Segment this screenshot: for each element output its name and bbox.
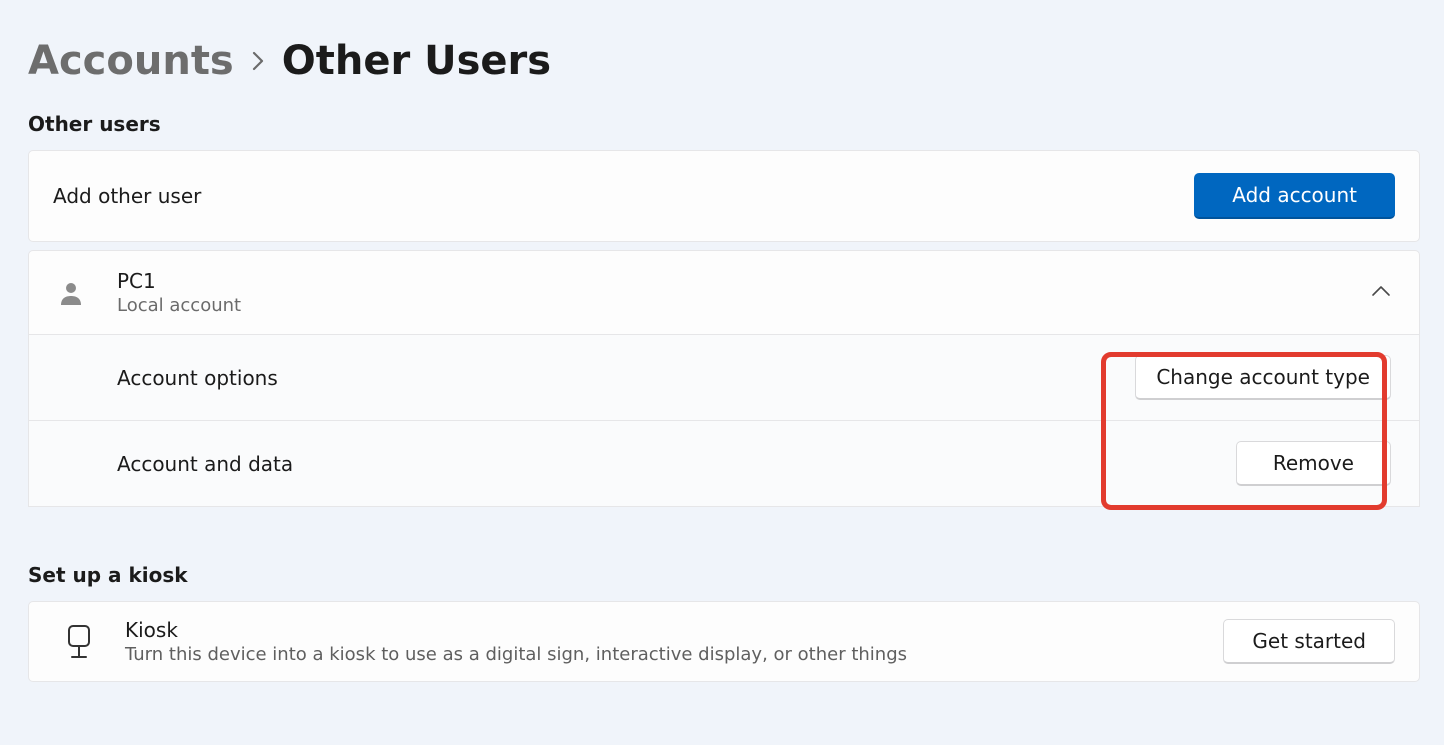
account-options-label: Account options (117, 366, 278, 390)
add-other-user-row: Add other user Add account (28, 150, 1420, 242)
add-account-button[interactable]: Add account (1194, 173, 1395, 219)
add-other-user-label: Add other user (53, 184, 201, 208)
kiosk-row: Kiosk Turn this device into a kiosk to u… (28, 601, 1420, 682)
account-and-data-label: Account and data (117, 452, 293, 476)
kiosk-icon (57, 624, 101, 660)
remove-button[interactable]: Remove (1236, 441, 1391, 486)
breadcrumb: Accounts Other Users (28, 38, 1420, 84)
user-name: PC1 (117, 269, 1347, 293)
breadcrumb-current: Other Users (282, 38, 551, 84)
change-account-type-button[interactable]: Change account type (1135, 355, 1391, 400)
user-group: PC1 Local account Account options Change… (28, 250, 1420, 507)
get-started-button[interactable]: Get started (1223, 619, 1395, 664)
chevron-up-icon (1371, 283, 1391, 302)
user-subtitle: Local account (117, 295, 1347, 316)
kiosk-text: Kiosk Turn this device into a kiosk to u… (125, 618, 1199, 665)
chevron-right-icon (250, 50, 266, 72)
person-icon (49, 281, 93, 305)
section-title-other-users: Other users (28, 112, 1420, 136)
kiosk-title: Kiosk (125, 618, 1199, 642)
user-text: PC1 Local account (117, 269, 1347, 316)
account-options-row: Account options Change account type (28, 335, 1420, 421)
account-and-data-row: Account and data Remove (28, 421, 1420, 507)
breadcrumb-parent[interactable]: Accounts (28, 38, 234, 84)
section-title-kiosk: Set up a kiosk (28, 563, 1420, 587)
user-header[interactable]: PC1 Local account (28, 250, 1420, 335)
kiosk-subtitle: Turn this device into a kiosk to use as … (125, 644, 1199, 665)
